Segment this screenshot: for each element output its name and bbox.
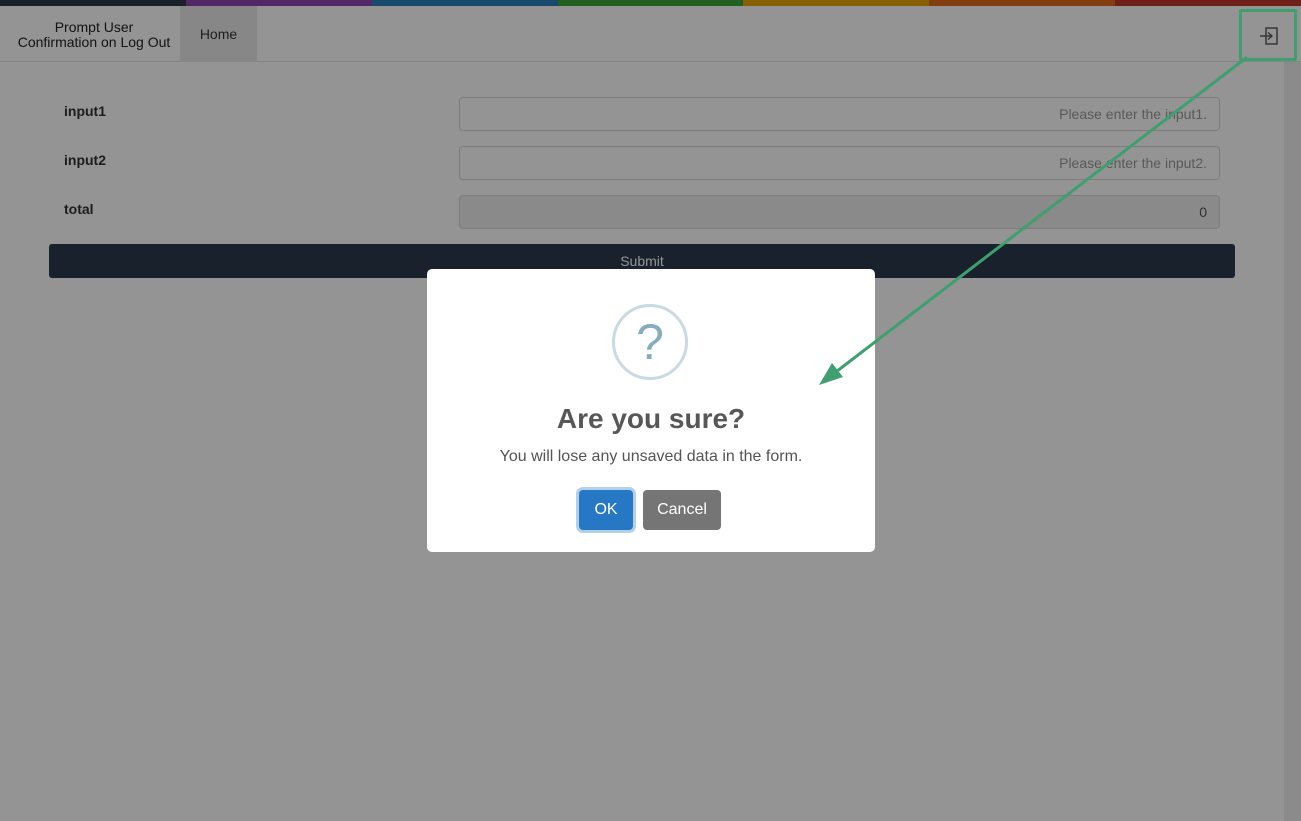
annotation-arrow [819, 56, 1248, 385]
